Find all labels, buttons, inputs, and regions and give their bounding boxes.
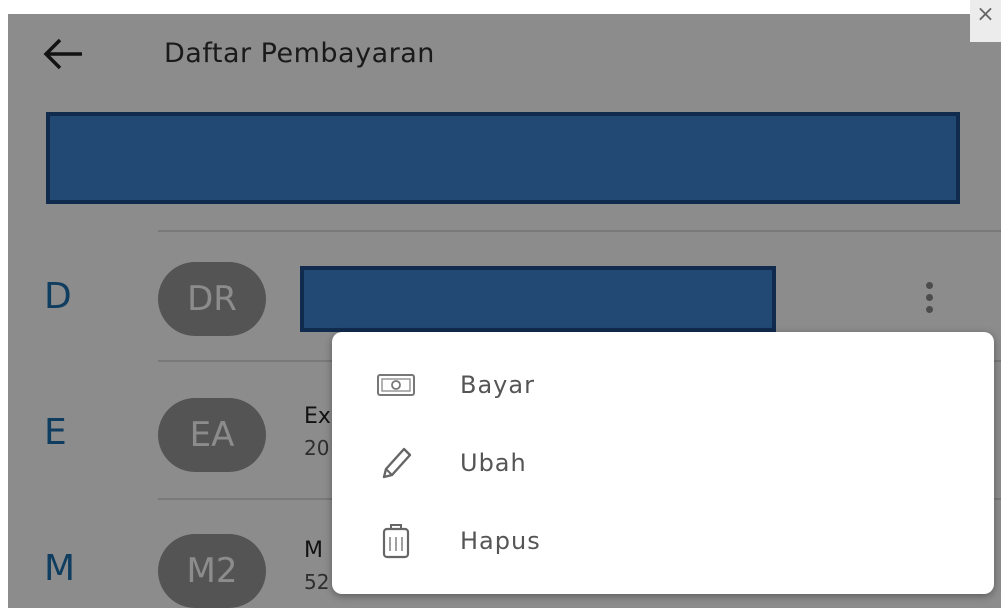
menu-item-ubah[interactable]: Ubah [332,424,994,502]
close-icon[interactable]: × [970,0,1001,42]
menu-item-label: Bayar [460,371,535,399]
phone-screen: Daftar Pembayaran D DR E EA Ex 20 M M2 M… [8,14,1001,608]
pencil-icon [382,447,412,479]
context-menu: Bayar Ubah Hapus [332,332,994,594]
menu-item-bayar[interactable]: Bayar [332,346,994,424]
menu-item-hapus[interactable]: Hapus [332,502,994,580]
money-icon [377,374,415,396]
menu-item-label: Ubah [460,449,527,477]
menu-item-label: Hapus [460,527,541,555]
trash-icon [382,524,410,559]
